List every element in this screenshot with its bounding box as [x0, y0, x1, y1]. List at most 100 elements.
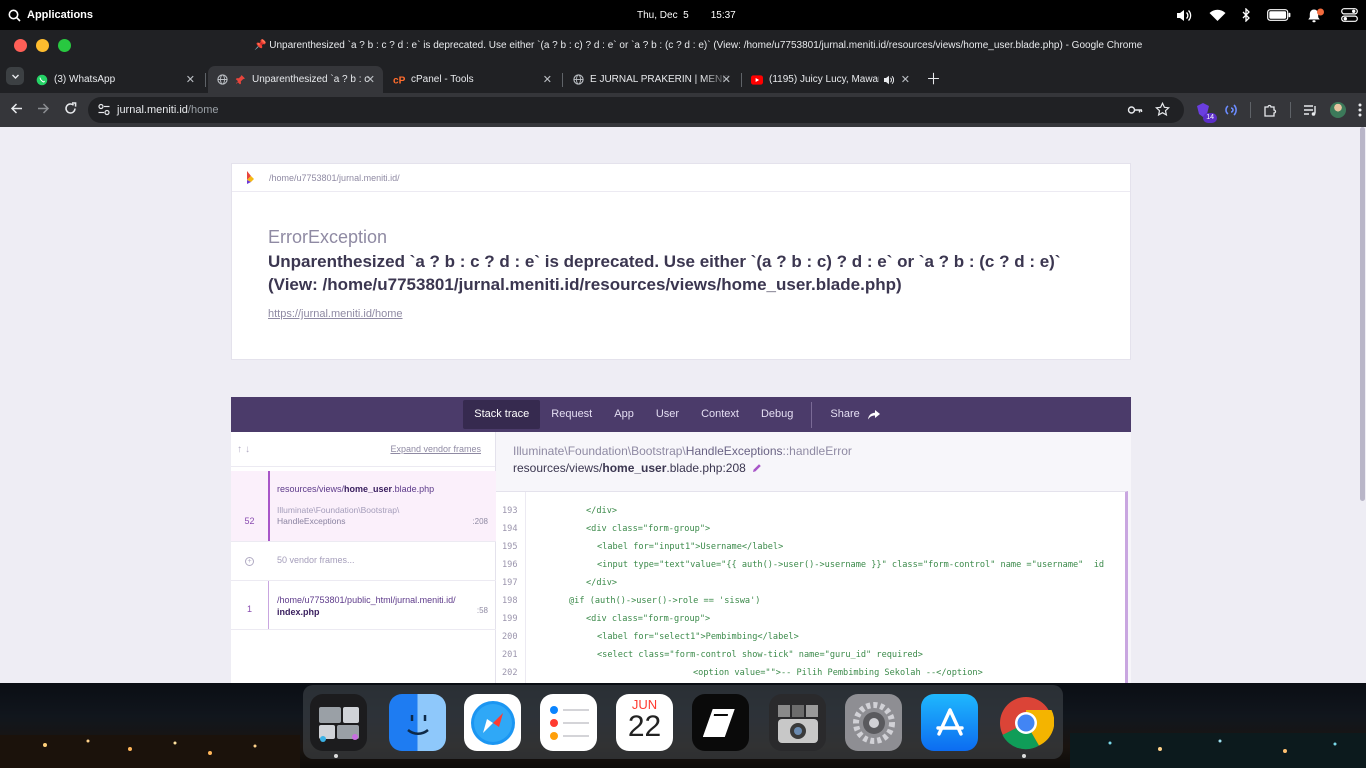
clock-date: Thu, Dec 5 [637, 9, 689, 21]
code-line: 197 </div> [496, 574, 1125, 592]
tab-strip: (3) WhatsApp ✕ Unparenthesized `a ? b : … [0, 61, 1366, 93]
close-tab-icon[interactable]: ✕ [186, 73, 195, 86]
window-titlebar[interactable]: 📌 Unparenthesized `a ? b : c ? d : e` is… [0, 30, 1366, 61]
code-line: 194 <div class="form-group"> [496, 520, 1125, 538]
edit-pencil-icon[interactable] [752, 463, 762, 473]
finder-icon[interactable] [389, 694, 446, 751]
code-line-number: 194 [502, 524, 518, 534]
close-window-button[interactable] [14, 39, 27, 52]
extension-sound-icon[interactable] [1224, 103, 1238, 117]
frame-file-name: index.php [277, 607, 320, 617]
frames-header: ↑ ↓ Expand vendor frames [231, 432, 495, 467]
close-tab-icon[interactable]: ✕ [722, 73, 731, 86]
back-arrow-icon[interactable] [10, 102, 23, 115]
new-tab-button[interactable]: ＋ [926, 68, 941, 89]
project-path: /home/u7753801/jurnal.meniti.id/ [269, 172, 400, 183]
exception-message: Unparenthesized `a ? b : c ? d : e` is d… [268, 250, 1088, 296]
code-line: 202 <option value="">-- Pilih Pembimbing … [496, 664, 1125, 682]
close-tab-icon[interactable]: ✕ [366, 73, 375, 86]
frame-class-namespace: Illuminate\Foundation\Bootstrap\ [277, 505, 400, 515]
code-line-number: 197 [502, 578, 518, 588]
vendor-frames-collapsed[interactable]: + 50 vendor frames... [231, 542, 496, 581]
expand-vendor-frames-link[interactable]: Expand vendor frames [390, 444, 481, 454]
tab-stack-trace[interactable]: Stack trace [463, 400, 541, 429]
tab-label: cPanel - Tools [411, 74, 474, 85]
close-tab-icon[interactable]: ✕ [543, 73, 552, 86]
volume-icon[interactable] [1176, 9, 1193, 22]
frame-line-number: :208 [472, 517, 488, 526]
bluetooth-icon[interactable] [1242, 8, 1251, 22]
exception-message-line: Unparenthesized `a ? b : c ? d : e` is d… [268, 252, 1061, 271]
tab-e-jurnal[interactable]: E JURNAL PRAKERIN | MENITI ✕ [564, 66, 739, 93]
arrow-up-icon[interactable]: ↑ [237, 444, 242, 455]
ignition-logo-icon [247, 171, 254, 184]
handler-class: HandleExceptions [685, 444, 783, 458]
mission-control-icon[interactable] [310, 694, 367, 751]
code-line-text: <select class="form-control show-tick" n… [597, 650, 923, 660]
arrow-down-icon[interactable]: ↓ [245, 444, 250, 455]
share-button[interactable]: Share [819, 400, 890, 429]
frame-class-name: HandleExceptions [277, 516, 346, 526]
maximize-window-button[interactable] [58, 39, 71, 52]
extension-button[interactable]: 14 [1194, 101, 1217, 123]
share-arrow-icon [867, 409, 880, 419]
chrome-menu-icon[interactable] [1358, 103, 1362, 117]
forward-arrow-icon[interactable] [37, 102, 50, 115]
media-controls-icon[interactable] [1303, 104, 1318, 117]
code-line: 195 <label for="input1">Username</label> [496, 538, 1125, 556]
frame-indicator [268, 581, 269, 629]
frame-file-prefix: resources/views/ [277, 484, 345, 494]
frame-number: 1 [246, 604, 252, 614]
tab-user[interactable]: User [645, 400, 690, 429]
tab-search-button[interactable] [6, 67, 24, 85]
control-center-icon[interactable] [1341, 8, 1358, 22]
request-url-link[interactable]: https://jurnal.meniti.id/home [268, 308, 403, 320]
profile-avatar[interactable] [1330, 102, 1346, 118]
extensions-puzzle-icon[interactable] [1263, 103, 1278, 118]
address-bar[interactable]: jurnal.meniti.id/home [88, 97, 1184, 123]
close-tab-icon[interactable]: ✕ [901, 73, 910, 86]
code-line: 201 <select class="form-control show-tick… [496, 646, 1125, 664]
code-line: 196 <input type="text"value="{{ auth()->u… [496, 556, 1125, 574]
globe-icon [572, 74, 584, 86]
tab-app[interactable]: App [603, 400, 645, 429]
tab-whatsapp[interactable]: (3) WhatsApp ✕ [28, 66, 203, 93]
safari-icon[interactable] [464, 694, 521, 751]
frame-line-number: :58 [476, 606, 488, 615]
window-controls [14, 39, 71, 52]
notifications-icon[interactable] [1307, 8, 1325, 23]
bookmark-star-icon[interactable] [1155, 102, 1170, 117]
system-settings-icon[interactable] [845, 694, 902, 751]
code-line: 198 @if (auth()->user()->role == 'siswa') [496, 592, 1125, 610]
reminders-icon[interactable] [540, 694, 597, 751]
tab-request[interactable]: Request [540, 400, 603, 429]
notes-icon[interactable] [692, 694, 749, 751]
battery-icon[interactable] [1267, 9, 1291, 21]
tab-active-error[interactable]: Unparenthesized `a ? b : c ✕ [208, 66, 383, 93]
tab-label: Unparenthesized `a ? b : c [252, 74, 370, 85]
page-viewport[interactable]: /home/u7753801/jurnal.meniti.id/ ErrorEx… [0, 127, 1366, 683]
audio-playing-icon[interactable] [883, 75, 894, 85]
app-store-icon[interactable] [921, 694, 978, 751]
tab-youtube[interactable]: (1195) Juicy Lucy, Mawar ✕ [743, 66, 918, 93]
tab-divider [811, 401, 813, 428]
stack-frame[interactable]: 1 /home/u7753801/public_html/jurnal.meni… [231, 581, 496, 630]
site-settings-icon[interactable] [98, 103, 110, 116]
minimize-window-button[interactable] [36, 39, 49, 52]
code-line-number: 196 [502, 560, 518, 570]
calendar-icon[interactable]: JUN 22 [616, 694, 673, 751]
chrome-icon[interactable] [997, 694, 1054, 751]
clock[interactable]: Thu, Dec 5 15:37 [637, 0, 736, 30]
applications-menu[interactable]: Applications [8, 9, 93, 22]
photo-booth-icon[interactable] [769, 694, 826, 751]
tab-context[interactable]: Context [690, 400, 750, 429]
wifi-icon[interactable] [1209, 9, 1226, 22]
tab-cpanel[interactable]: cP cPanel - Tools ✕ [385, 66, 560, 93]
tab-separator [741, 73, 742, 87]
reload-icon[interactable] [64, 102, 77, 115]
tab-debug[interactable]: Debug [750, 400, 804, 429]
code-line-text: <input type="text"value="{{ auth()->user… [597, 560, 1105, 570]
page-scrollbar[interactable] [1360, 127, 1365, 501]
password-key-icon[interactable] [1127, 102, 1143, 118]
stack-frame-active[interactable]: 52 resources/views/home_user.blade.php I… [231, 471, 496, 542]
